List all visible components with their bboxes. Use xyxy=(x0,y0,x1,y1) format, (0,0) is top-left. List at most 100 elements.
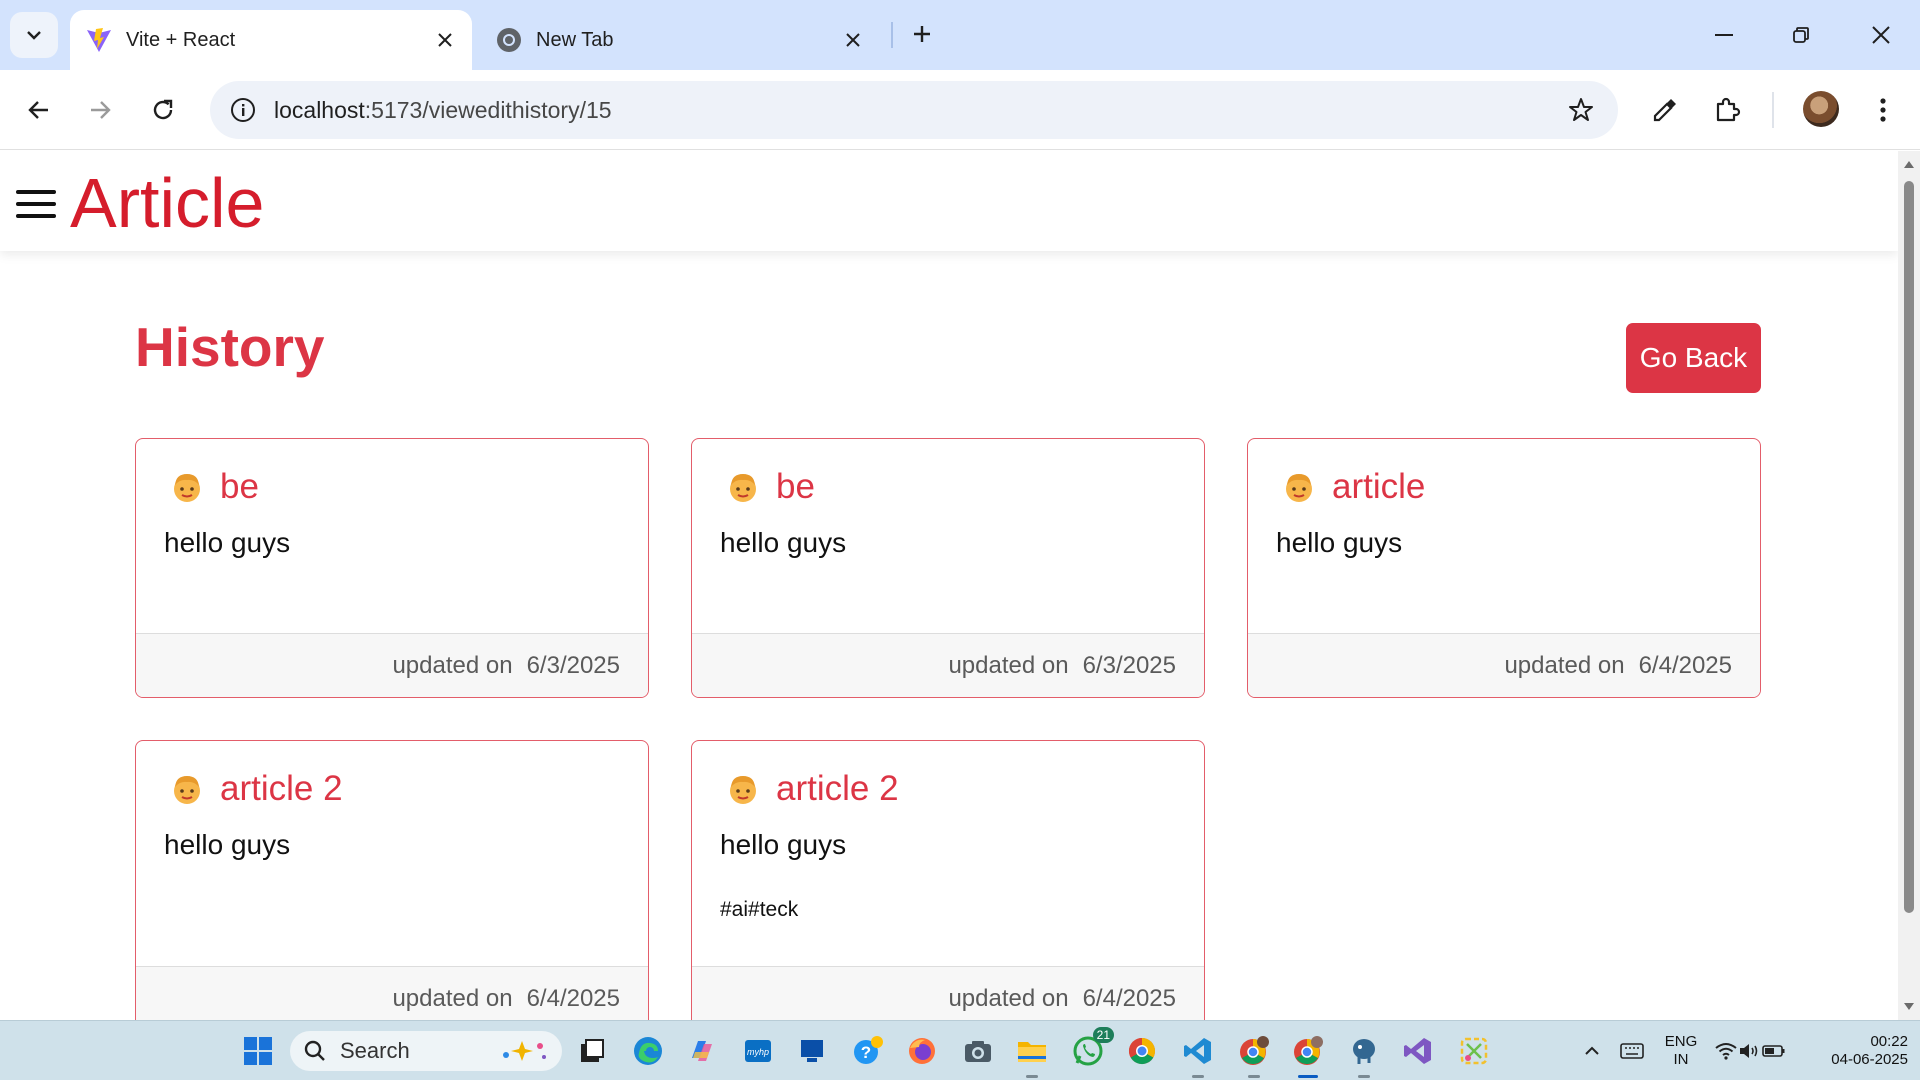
hp-support-icon[interactable] xyxy=(794,1033,830,1069)
updated-date: 6/4/2025 xyxy=(526,984,620,1012)
whatsapp-icon[interactable]: 21 xyxy=(1070,1027,1114,1069)
person-emoji-icon xyxy=(726,470,760,504)
reload-icon xyxy=(153,99,173,120)
back-button[interactable] xyxy=(16,87,62,133)
chevron-down-icon xyxy=(27,31,41,40)
tab-title: Vite + React xyxy=(126,28,236,51)
person-emoji-icon xyxy=(726,772,760,806)
url-text: localhost:5173/viewedithistory/15 xyxy=(274,97,612,124)
taskbar-search-box[interactable]: Search xyxy=(290,1031,562,1071)
card-title: be xyxy=(220,467,259,506)
vscode-icon[interactable] xyxy=(1180,1033,1216,1078)
minimize-button[interactable] xyxy=(1694,10,1754,60)
forward-button[interactable] xyxy=(77,87,123,133)
address-bar[interactable]: localhost:5173/viewedithistory/15 xyxy=(210,81,1618,139)
card-footer: updated on 6/3/2025 xyxy=(136,633,648,697)
language-indicator[interactable]: ENG IN xyxy=(1664,1033,1698,1069)
hamburger-line xyxy=(16,214,56,218)
tab-separator xyxy=(891,22,893,48)
history-card: article 2 hello guys updated on 6/4/2025 xyxy=(135,740,649,1020)
snipping-tool-icon[interactable] xyxy=(1456,1033,1492,1069)
card-footer: updated on 6/4/2025 xyxy=(136,966,648,1020)
running-indicator xyxy=(1192,1075,1204,1078)
running-indicator xyxy=(1026,1075,1038,1078)
page-scrollbar[interactable] xyxy=(1898,151,1920,1020)
card-content: hello guys xyxy=(164,829,291,860)
scroll-up-arrow-icon[interactable] xyxy=(1903,158,1915,170)
file-explorer-icon[interactable] xyxy=(1014,1033,1050,1078)
scroll-down-arrow-icon[interactable] xyxy=(1903,1001,1915,1013)
card-header: article 2 xyxy=(170,769,343,809)
vite-logo-icon xyxy=(84,25,114,55)
arrow-right-icon xyxy=(91,101,111,119)
extensions-button[interactable] xyxy=(1704,87,1750,133)
tab-new-tab[interactable]: New Tab xyxy=(480,10,880,70)
keyboard-icon[interactable] xyxy=(1614,1033,1650,1069)
kebab-menu-icon xyxy=(1880,98,1886,122)
task-view-icon[interactable] xyxy=(574,1033,610,1069)
visual-studio-icon[interactable] xyxy=(1400,1033,1436,1069)
url-path: :5173/viewedithistory/15 xyxy=(364,97,612,123)
chrome-profile-icon[interactable] xyxy=(1236,1033,1272,1078)
eyedropper-extension-button[interactable] xyxy=(1642,87,1688,133)
chrome-icon xyxy=(494,25,524,55)
new-tab-button[interactable] xyxy=(902,14,942,54)
tab-vite-react[interactable]: Vite + React xyxy=(70,10,472,70)
chrome-taskbar-icon[interactable] xyxy=(1124,1033,1160,1069)
brand-title[interactable]: Article xyxy=(70,163,264,243)
updated-date: 6/3/2025 xyxy=(526,651,620,679)
language-line1: ENG xyxy=(1664,1033,1698,1050)
updated-date: 6/4/2025 xyxy=(1082,984,1176,1012)
browser-toolbar: localhost:5173/viewedithistory/15 xyxy=(0,70,1920,150)
go-back-button[interactable]: Go Back xyxy=(1626,323,1761,393)
copilot-app-icon[interactable] xyxy=(684,1033,720,1069)
wifi-icon xyxy=(1715,1043,1737,1060)
history-card: article hello guys updated on 6/4/2025 xyxy=(1247,438,1761,698)
hamburger-menu-icon[interactable] xyxy=(16,190,56,218)
clock-date: 04-06-2025 xyxy=(1831,1051,1908,1068)
plus-icon xyxy=(914,26,930,42)
app-navbar: Article xyxy=(0,151,1898,251)
windows-start-icon[interactable] xyxy=(240,1033,276,1069)
card-title: article 2 xyxy=(776,769,899,808)
card-title: article xyxy=(1332,467,1426,506)
edge-browser-icon[interactable] xyxy=(630,1033,666,1069)
history-card: be hello guys updated on 6/3/2025 xyxy=(691,438,1205,698)
card-content: hello guys xyxy=(164,527,291,558)
help-tips-icon[interactable]: ? xyxy=(850,1033,886,1069)
system-clock[interactable]: 00:22 04-06-2025 xyxy=(1808,1033,1908,1069)
browser-menu-button[interactable] xyxy=(1860,87,1906,133)
chevron-up-icon[interactable] xyxy=(1574,1033,1610,1069)
card-title: article 2 xyxy=(220,769,343,808)
profile-avatar[interactable] xyxy=(1803,91,1839,127)
card-content: hello guys xyxy=(720,527,847,558)
updated-label: updated on xyxy=(948,984,1069,1012)
card-title: be xyxy=(776,467,815,506)
chrome-active-icon[interactable] xyxy=(1290,1033,1326,1078)
firefox-icon[interactable] xyxy=(904,1033,940,1069)
camera-app-icon[interactable] xyxy=(960,1033,996,1069)
history-card: article 2 hello guys #ai#teck updated on… xyxy=(691,740,1205,1020)
close-tab-icon[interactable] xyxy=(428,23,462,57)
close-window-button[interactable] xyxy=(1851,10,1911,60)
myhp-app-icon[interactable]: myhp xyxy=(740,1033,776,1069)
scrollbar-thumb[interactable] xyxy=(1904,181,1914,913)
tab-search-button[interactable] xyxy=(10,12,58,58)
reload-button[interactable] xyxy=(140,87,186,133)
close-tab-icon[interactable] xyxy=(836,23,870,57)
language-line2: IN xyxy=(1673,1051,1689,1068)
postgresql-icon[interactable] xyxy=(1346,1033,1382,1078)
card-tags: #ai#teck xyxy=(720,898,799,921)
bookmark-star-icon[interactable] xyxy=(1564,93,1598,127)
card-footer: updated on 6/3/2025 xyxy=(692,633,1204,697)
system-tray-status[interactable] xyxy=(1708,1033,1792,1069)
card-footer: updated on 6/4/2025 xyxy=(692,966,1204,1020)
card-header: be xyxy=(170,467,259,507)
updated-label: updated on xyxy=(948,651,1069,679)
history-card: be hello guys updated on 6/3/2025 xyxy=(135,438,649,698)
restore-button[interactable] xyxy=(1771,10,1831,60)
updated-date: 6/3/2025 xyxy=(1082,651,1176,679)
url-host: localhost xyxy=(274,97,365,123)
site-info-icon[interactable] xyxy=(226,93,260,127)
search-label: Search xyxy=(340,1038,410,1063)
